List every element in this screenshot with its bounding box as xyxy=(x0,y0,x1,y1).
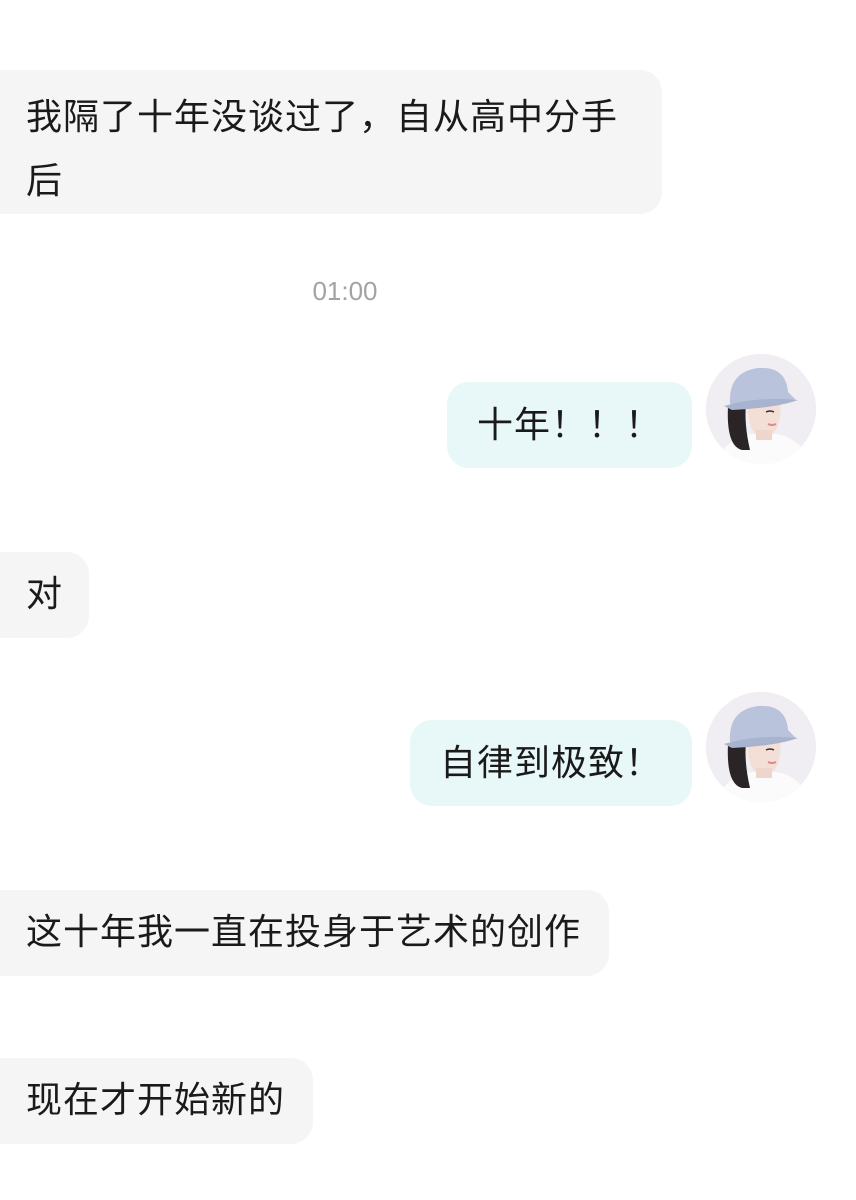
message-text: 自律到极致！ xyxy=(439,743,662,784)
user-avatar[interactable] xyxy=(706,354,816,464)
incoming-message-bubble[interactable]: 我隔了十年没谈过了，自从高中分手后 xyxy=(0,70,662,214)
incoming-message-bubble[interactable]: 这十年我一直在投身于艺术的创作 xyxy=(0,890,610,976)
user-avatar[interactable] xyxy=(706,692,816,802)
incoming-message-bubble[interactable]: 现在才开始新的 xyxy=(0,1058,314,1144)
incoming-message-bubble[interactable]: 对 xyxy=(0,552,90,638)
message-text: 十年！！！ xyxy=(476,405,662,446)
timestamp: 01:00 xyxy=(312,276,378,306)
message-text: 对 xyxy=(26,574,64,615)
outgoing-message-bubble[interactable]: 十年！！！ xyxy=(446,382,692,468)
outgoing-message-bubble[interactable]: 自律到极致！ xyxy=(409,720,692,806)
message-text: 这十年我一直在投身于艺术的创作 xyxy=(26,912,582,953)
avatar-girl-bucket-hat-icon xyxy=(706,692,816,802)
avatar-girl-bucket-hat-icon xyxy=(706,354,816,464)
message-text: 现在才开始新的 xyxy=(26,1080,286,1121)
message-text: 我隔了十年没谈过了，自从高中分手后 xyxy=(26,97,619,202)
